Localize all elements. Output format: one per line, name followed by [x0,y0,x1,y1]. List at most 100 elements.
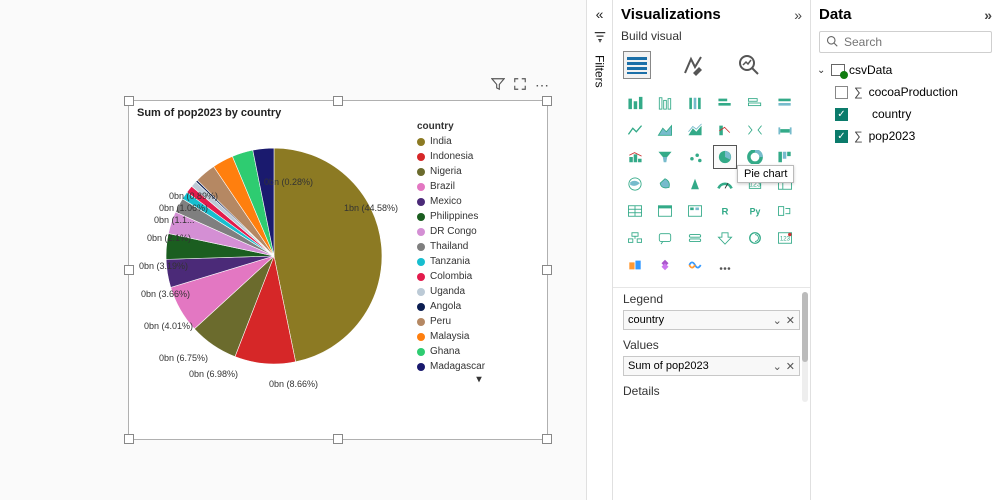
legend-item[interactable]: Ghana [417,344,541,359]
viz-type-smart-narrative[interactable] [683,226,707,250]
field-cocoaProduction[interactable]: ∑cocoaProduction [817,81,994,103]
table-icon [831,64,845,76]
viz-type-paginated[interactable] [713,226,737,250]
legend-item[interactable]: Tanzania [417,254,541,269]
remove-field-icon[interactable]: ✕ [786,360,795,373]
filters-label[interactable]: Filters [593,55,607,88]
legend-item[interactable]: Uganda [417,284,541,299]
filter-icon[interactable] [593,30,607,47]
tab-analytics[interactable] [735,51,763,79]
viz-type-kpi[interactable] [683,199,707,223]
legend-scroll-icon[interactable]: ▾ [417,374,541,385]
viz-type-clustered-bar-h[interactable] [743,91,767,115]
legend-item[interactable]: Mexico [417,194,541,209]
tab-format-visual[interactable] [679,51,707,79]
sigma-icon: ∑ [854,129,863,143]
tab-build-visual[interactable] [623,51,651,79]
field-country[interactable]: ✓country [817,103,994,125]
focus-mode-icon[interactable] [513,77,527,94]
sigma-icon: ∑ [854,85,863,99]
resize-handle[interactable] [542,434,552,444]
viz-type-more[interactable] [713,253,737,277]
pie-plot-area[interactable]: 1bn (44.58%)0bn (0.28%)0bn (0.89%)0bn (1… [129,121,417,437]
viz-type-funnel[interactable] [653,145,677,169]
viz-type-gauge[interactable] [713,172,737,196]
legend-item[interactable]: Nigeria [417,164,541,179]
checkbox[interactable]: ✓ [835,108,848,121]
viz-type-pie[interactable] [713,145,737,169]
pie-chart-visual[interactable]: ⋯ Sum of pop2023 by country 1bn (44.58%)… [128,100,548,440]
table-node[interactable]: ⌄ csvData [817,59,994,81]
resize-handle[interactable] [124,96,134,106]
viz-type-matrix[interactable] [653,199,677,223]
slice-label: 0bn (8.66%) [269,379,318,389]
viz-type-100-stacked-bar[interactable] [683,91,707,115]
checkbox[interactable]: ✓ [835,130,848,143]
legend-item[interactable]: Malaysia [417,329,541,344]
values-well-field[interactable]: Sum of pop2023 ⌄✕ [623,356,800,376]
viz-type-qna[interactable] [653,226,677,250]
chart-type-gallery: 123RPy123 [613,87,810,281]
viz-type-map[interactable] [623,172,647,196]
search-input[interactable] [819,31,992,53]
checkbox[interactable] [835,86,848,99]
viz-type-100-bar-h[interactable] [773,91,797,115]
resize-handle[interactable] [333,96,343,106]
legend-item[interactable]: Philippines [417,209,541,224]
viz-type-filled-map[interactable] [653,172,677,196]
expand-filters-icon[interactable]: « [596,6,604,22]
viz-type-python-visual[interactable]: Py [743,199,767,223]
table-name: csvData [849,63,892,77]
viz-type-clustered-bar[interactable] [653,91,677,115]
viz-type-key-influencers[interactable] [773,199,797,223]
visualizations-title: Visualizations [621,6,721,23]
viz-type-line[interactable] [623,118,647,142]
legend-item[interactable]: Peru [417,314,541,329]
viz-type-decomposition-tree[interactable] [623,226,647,250]
legend-swatch [417,168,425,176]
viz-type-shape-map[interactable] [683,172,707,196]
viz-type-ribbon[interactable] [743,118,767,142]
legend-item[interactable]: DR Congo [417,224,541,239]
field-pop2023[interactable]: ✓∑pop2023 [817,125,994,147]
viz-type-combo[interactable] [713,118,737,142]
more-options-icon[interactable]: ⋯ [535,77,549,94]
slice-label: 0bn (6.98%) [189,369,238,379]
resize-handle[interactable] [542,265,552,275]
legend-item[interactable]: India [417,134,541,149]
legend-item[interactable]: Brazil [417,179,541,194]
viz-type-scatter[interactable] [683,145,707,169]
chevron-down-icon[interactable]: ⌄ [773,360,782,373]
viz-type-metrics[interactable] [743,226,767,250]
collapse-viz-icon[interactable]: » [794,7,802,23]
resize-handle[interactable] [542,96,552,106]
legend-item[interactable]: Thailand [417,239,541,254]
legend-well-field[interactable]: country ⌄✕ [623,310,800,330]
viz-type-line-column[interactable] [623,145,647,169]
viz-type-custom-visual[interactable] [683,253,707,277]
caret-down-icon[interactable]: ⌄ [817,65,827,76]
viz-type-stacked-area[interactable] [683,118,707,142]
legend-item[interactable]: Indonesia [417,149,541,164]
filter-icon[interactable] [491,77,505,94]
data-title: Data [819,6,852,23]
svg-text:Py: Py [750,207,761,217]
viz-type-waterfall[interactable] [773,118,797,142]
viz-type-power-apps[interactable]: 123 [773,226,797,250]
scrollbar[interactable] [802,292,808,402]
legend-item[interactable]: Angola [417,299,541,314]
viz-type-bar-horiz[interactable] [713,91,737,115]
remove-field-icon[interactable]: ✕ [786,314,795,327]
chevron-down-icon[interactable]: ⌄ [773,314,782,327]
legend-item[interactable]: Colombia [417,269,541,284]
legend-item[interactable]: Madagascar [417,359,541,374]
viz-type-table[interactable] [623,199,647,223]
viz-type-stacked-bar[interactable] [623,91,647,115]
viz-type-power-automate[interactable] [623,253,647,277]
viz-type-r-visual[interactable]: R [713,199,737,223]
viz-type-area[interactable] [653,118,677,142]
viz-type-ai-visual[interactable] [653,253,677,277]
report-canvas[interactable]: ⋯ Sum of pop2023 by country 1bn (44.58%)… [0,0,586,500]
collapse-data-icon[interactable]: » [984,7,992,23]
search-field[interactable] [844,35,985,49]
